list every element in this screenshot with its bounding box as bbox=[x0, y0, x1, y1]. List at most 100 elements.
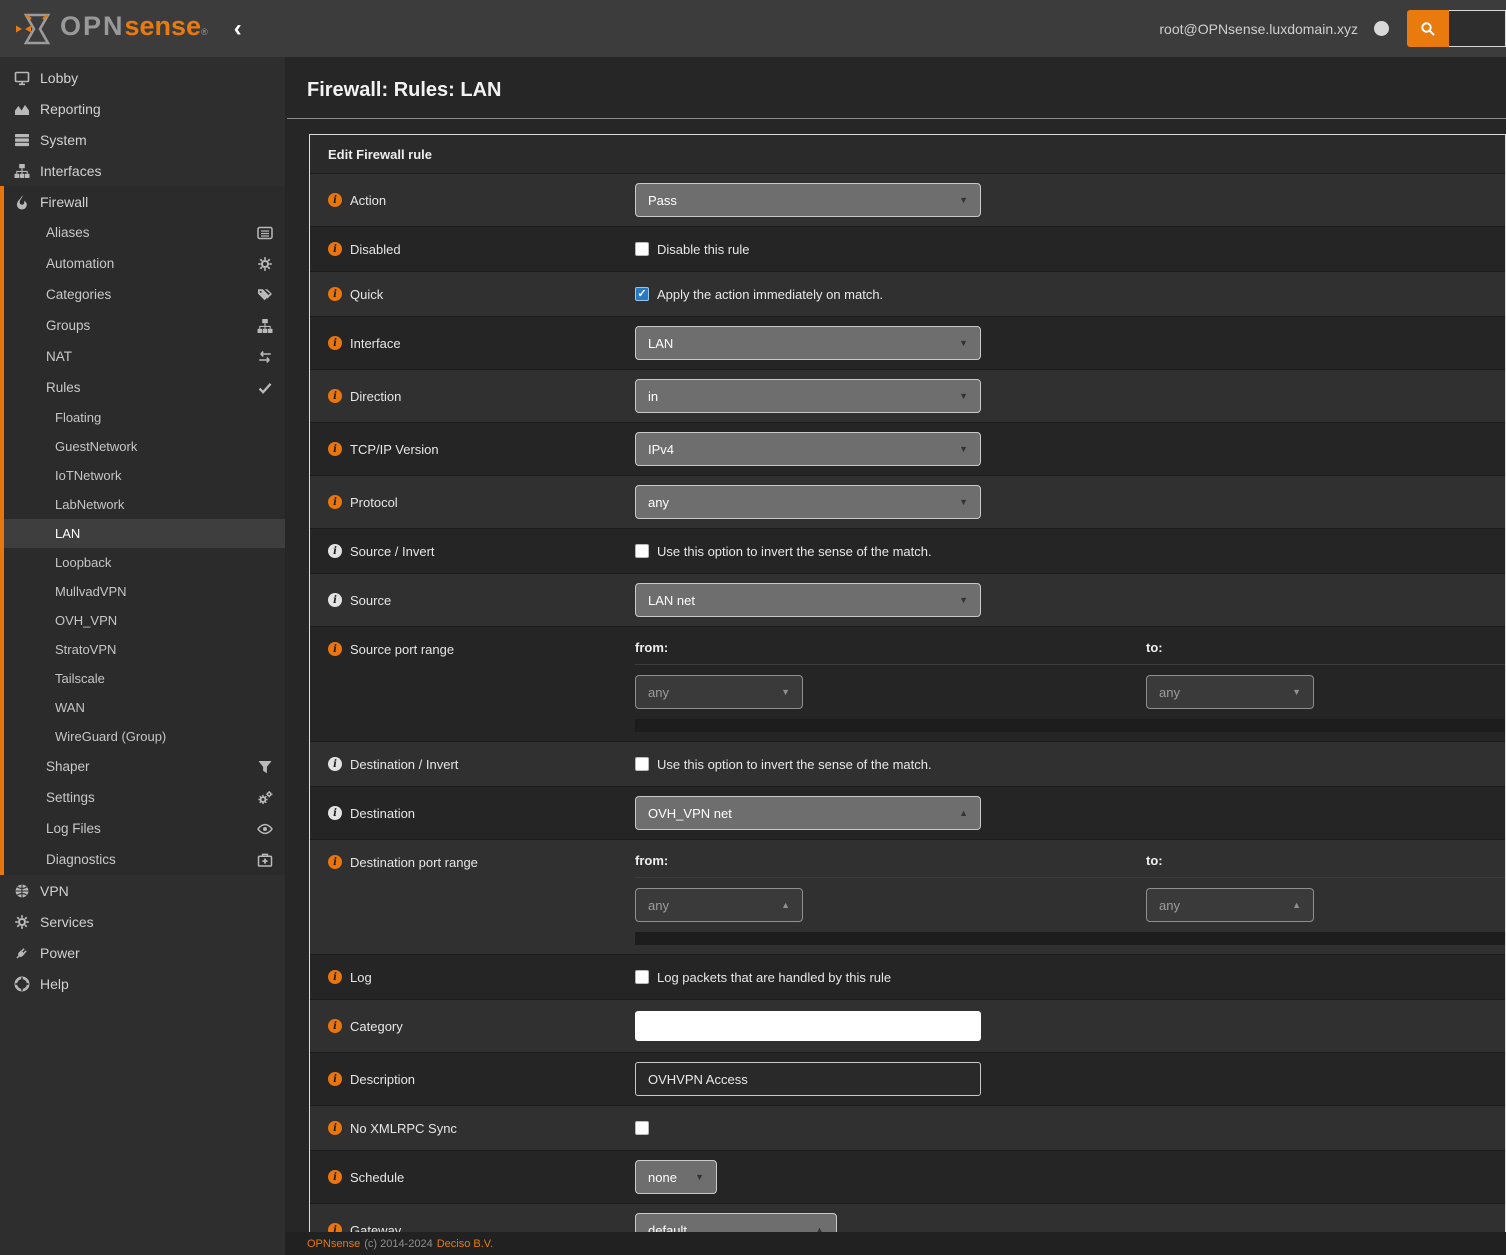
category-input[interactable] bbox=[635, 1011, 981, 1041]
info-icon[interactable]: i bbox=[328, 642, 342, 656]
quick-checkbox[interactable]: ✓ bbox=[635, 287, 649, 301]
panel-title: Edit Firewall rule bbox=[310, 135, 1505, 174]
info-icon[interactable]: i bbox=[328, 855, 342, 869]
no-xmlrpc-sync-checkbox[interactable] bbox=[635, 1121, 649, 1135]
sidebar-item-rules-wireguard-group-[interactable]: WireGuard (Group) bbox=[4, 722, 285, 751]
sidebar-item-groups[interactable]: Groups bbox=[4, 310, 285, 341]
sidebar-item-rules[interactable]: Rules bbox=[4, 372, 285, 403]
search-input[interactable] bbox=[1449, 10, 1506, 47]
sidebar-item-rules-labnetwork[interactable]: LabNetwork bbox=[4, 490, 285, 519]
search-button[interactable] bbox=[1407, 10, 1449, 47]
tcpip-version-select[interactable]: IPv4▼ bbox=[635, 432, 981, 466]
action-select-value: Pass bbox=[648, 193, 949, 208]
sidebar-item-aliases[interactable]: Aliases bbox=[4, 217, 285, 248]
sidebar-item-rules-floating[interactable]: Floating bbox=[4, 403, 285, 432]
sidebar-item-label: Interfaces bbox=[40, 163, 101, 179]
sidebar-item-categories[interactable]: Categories bbox=[4, 279, 285, 310]
tcpip-version-select-value: IPv4 bbox=[648, 442, 949, 457]
sidebar-item-services[interactable]: Services bbox=[0, 906, 285, 937]
info-icon[interactable]: i bbox=[328, 1170, 342, 1184]
source-invert-checkbox[interactable] bbox=[635, 544, 649, 558]
info-icon[interactable]: i bbox=[328, 757, 342, 771]
sidebar-subitem-label: Shaper bbox=[46, 759, 90, 774]
info-icon[interactable]: i bbox=[328, 593, 342, 607]
sidebar-item-rules-ovh-vpn[interactable]: OVH_VPN bbox=[4, 606, 285, 635]
destination-select[interactable]: OVH_VPN net▲ bbox=[635, 796, 981, 830]
registered-mark: ® bbox=[201, 27, 208, 37]
gateway-select[interactable]: default▲ bbox=[635, 1213, 837, 1232]
sidebar-item-rules-loopback[interactable]: Loopback bbox=[4, 548, 285, 577]
sidebar-item-rules-iotnetwork[interactable]: IoTNetwork bbox=[4, 461, 285, 490]
sidebar-subitem-label: Rules bbox=[46, 380, 81, 395]
source-port-range-from-select[interactable]: any▼ bbox=[635, 675, 803, 709]
sidebar-item-settings[interactable]: Settings bbox=[4, 782, 285, 813]
sidebar-item-firewall[interactable]: Firewall bbox=[4, 186, 285, 217]
destination-port-range-to-select[interactable]: any▲ bbox=[1146, 888, 1314, 922]
disabled-checkbox[interactable] bbox=[635, 242, 649, 256]
chevron-up-icon: ▲ bbox=[815, 1225, 824, 1232]
info-icon[interactable]: i bbox=[328, 806, 342, 820]
opnsense-footer-link[interactable]: OPNsense bbox=[307, 1238, 360, 1250]
quick-checkbox-label: Apply the action immediately on match. bbox=[657, 287, 883, 302]
sidebar-item-rules-wan[interactable]: WAN bbox=[4, 693, 285, 722]
info-icon[interactable]: i bbox=[328, 970, 342, 984]
sidebar-item-lobby[interactable]: Lobby bbox=[0, 62, 285, 93]
sidebar-item-system[interactable]: System bbox=[0, 124, 285, 155]
field-label: iDestination / Invert bbox=[310, 742, 635, 786]
sidebar-item-automation[interactable]: Automation bbox=[4, 248, 285, 279]
sidebar-item-rules-tailscale[interactable]: Tailscale bbox=[4, 664, 285, 693]
info-icon[interactable]: i bbox=[328, 389, 342, 403]
sidebar-item-log-files[interactable]: Log Files bbox=[4, 813, 285, 844]
logged-in-user[interactable]: root@OPNsense.luxdomain.xyz bbox=[1159, 21, 1358, 37]
log-checkbox[interactable] bbox=[635, 970, 649, 984]
schedule-select[interactable]: none▼ bbox=[635, 1160, 717, 1194]
sidebar-item-interfaces[interactable]: Interfaces bbox=[0, 155, 285, 186]
info-icon[interactable]: i bbox=[328, 242, 342, 256]
sidebar-item-rules-stratovpn[interactable]: StratoVPN bbox=[4, 635, 285, 664]
source-port-range-to-select[interactable]: any▼ bbox=[1146, 675, 1314, 709]
opnsense-logo[interactable]: OPNsense® bbox=[0, 11, 208, 47]
info-icon[interactable]: i bbox=[328, 336, 342, 350]
sidebar-rules-child-label: LabNetwork bbox=[55, 497, 124, 512]
protocol-select[interactable]: any▼ bbox=[635, 485, 981, 519]
info-icon[interactable]: i bbox=[328, 544, 342, 558]
eye-icon bbox=[257, 821, 273, 837]
action-select[interactable]: Pass▼ bbox=[635, 183, 981, 217]
direction-label: Direction bbox=[350, 389, 401, 404]
info-icon[interactable]: i bbox=[328, 442, 342, 456]
info-icon[interactable]: i bbox=[328, 1019, 342, 1033]
sidebar-item-vpn[interactable]: VPN bbox=[0, 875, 285, 906]
direction-select[interactable]: in▼ bbox=[635, 379, 981, 413]
sidebar: LobbyReportingSystem Interfaces FirewallAl… bbox=[0, 57, 285, 1255]
plug-icon bbox=[13, 945, 30, 961]
sidebar-item-nat[interactable]: NAT bbox=[4, 341, 285, 372]
description-input[interactable] bbox=[635, 1062, 981, 1096]
sidebar-item-diagnostics[interactable]: Diagnostics bbox=[4, 844, 285, 875]
sidebar-item-shaper[interactable]: Shaper bbox=[4, 751, 285, 782]
destination-port-range-from-select[interactable]: any▲ bbox=[635, 888, 803, 922]
source-invert-checkbox-label: Use this option to invert the sense of t… bbox=[657, 544, 932, 559]
sidebar-collapse-icon[interactable]: ‹ bbox=[234, 17, 242, 41]
deciso-footer-link[interactable]: Deciso B.V. bbox=[437, 1238, 493, 1250]
info-icon[interactable]: i bbox=[328, 193, 342, 207]
info-icon[interactable]: i bbox=[328, 1121, 342, 1135]
destination-row: i Destination OVH_VPN net▲ bbox=[310, 787, 1505, 840]
info-icon[interactable]: i bbox=[328, 1223, 342, 1232]
sidebar-item-rules-mullvadvpn[interactable]: MullvadVPN bbox=[4, 577, 285, 606]
info-icon[interactable]: i bbox=[328, 495, 342, 509]
source-select[interactable]: LAN net▼ bbox=[635, 583, 981, 617]
info-icon[interactable]: i bbox=[328, 287, 342, 301]
status-indicator-dot[interactable] bbox=[1374, 21, 1389, 36]
sidebar-item-rules-lan[interactable]: LAN bbox=[4, 519, 285, 548]
info-icon[interactable]: i bbox=[328, 1072, 342, 1086]
field-control: from:to:any▲any▲ bbox=[635, 840, 1505, 954]
sidebar-item-help[interactable]: Help bbox=[0, 968, 285, 999]
destination-label: Destination bbox=[350, 806, 415, 821]
interface-select[interactable]: LAN▼ bbox=[635, 326, 981, 360]
destination-invert-checkbox[interactable] bbox=[635, 757, 649, 771]
sidebar-item-reporting[interactable]: Reporting bbox=[0, 93, 285, 124]
no-xmlrpc-sync-label: No XMLRPC Sync bbox=[350, 1121, 457, 1136]
sidebar-item-power[interactable]: Power bbox=[0, 937, 285, 968]
sidebar-item-rules-guestnetwork[interactable]: GuestNetwork bbox=[4, 432, 285, 461]
field-control: from:to:any▼any▼ bbox=[635, 627, 1505, 741]
